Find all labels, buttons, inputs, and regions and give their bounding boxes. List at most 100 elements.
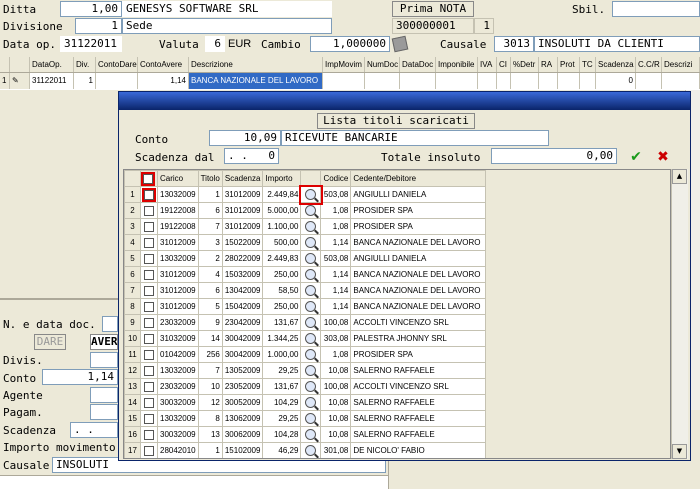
col-carico[interactable]: Carico	[157, 170, 199, 187]
magnifier-icon[interactable]	[305, 413, 317, 424]
cedente-cell: PROSIDER SPA	[350, 346, 487, 363]
scroll-up-arrow[interactable]: ▲	[672, 169, 687, 184]
magnifier-icon[interactable]	[305, 445, 317, 456]
titoli-row[interactable]: 17 28042010 1 15102009 46,29 301,08 DE NICOLO'…	[124, 442, 487, 458]
titoli-row[interactable]: 11 01042009 256 30042009 1.000,00 1,08 PROSIDE…	[124, 346, 487, 363]
edit-pencil-icon[interactable]: ✎	[10, 73, 30, 89]
row-checkbox[interactable]	[144, 301, 154, 312]
row-checkbox[interactable]	[144, 237, 154, 248]
row-checkbox[interactable]	[144, 381, 154, 392]
data-op-field[interactable]: 31122011	[60, 36, 122, 52]
titoli-row[interactable]: 1 13032009 1 31012009 2.449,84 503,08 ANGIULLI…	[124, 184, 487, 205]
magnifier-icon[interactable]	[305, 269, 317, 280]
agente-field[interactable]	[90, 387, 118, 403]
titoli-row[interactable]: 5 13032009 2 28022009 2.449,83 503,08 ANGIULLI…	[124, 250, 487, 267]
row-checkbox[interactable]	[144, 413, 154, 424]
splitter[interactable]	[0, 298, 118, 310]
titoli-row[interactable]: 16 30032009 13 30062009 104,28 10,08 SALERNO R…	[124, 426, 487, 443]
dialog-conto-field[interactable]: 10,09	[209, 130, 281, 146]
agente-label: Agente	[3, 389, 43, 402]
ndata-field[interactable]	[102, 316, 118, 332]
row-checkbox[interactable]	[144, 269, 154, 280]
row-checkbox[interactable]	[144, 205, 154, 216]
col-codice[interactable]: Codice	[320, 170, 352, 187]
magnifier-icon[interactable]	[305, 205, 317, 216]
magnifier-icon[interactable]	[305, 429, 317, 440]
titoli-row[interactable]: 15 13032009 8 13062009 29,25 10,08 SALERNO RAF…	[124, 410, 487, 427]
row-checkbox[interactable]	[144, 445, 154, 456]
divisione-code-field[interactable]: 1	[75, 18, 122, 34]
titolo-cell: 1	[197, 186, 223, 203]
col-titolo[interactable]: Titolo	[197, 170, 223, 187]
magnifier-icon[interactable]	[305, 349, 317, 360]
titoli-row[interactable]: 3 19122008 7 31012009 1.100,00 1,08 PROSIDER S…	[124, 218, 487, 235]
scadenza-field[interactable]: . .	[70, 422, 118, 438]
row-number: 16	[124, 426, 141, 443]
row-checkbox[interactable]	[144, 253, 154, 264]
titoli-row[interactable]: 12 13032009 7 13052009 29,25 10,08 SALERNO RAF…	[124, 362, 487, 379]
magnifier-icon[interactable]	[305, 285, 317, 296]
select-all-checkbox[interactable]	[141, 171, 155, 186]
magnifier-icon[interactable]	[305, 333, 317, 344]
row-checkbox[interactable]	[144, 397, 154, 408]
divis-field[interactable]	[90, 352, 118, 368]
titoli-row[interactable]: 2 19122008 6 31012009 5.000,00 1,08 PROSIDER S…	[124, 202, 487, 219]
col-importo[interactable]: Importo	[262, 170, 302, 187]
valuta-code-field[interactable]: 6	[205, 36, 225, 52]
lista-titoli-button[interactable]: Lista titoli scaricati	[317, 113, 475, 129]
titoli-grid[interactable]: Carico Titolo Scadenza Importo Codice Ce…	[123, 169, 671, 459]
row-checkbox[interactable]	[142, 187, 156, 202]
codice-cell: 303,08	[320, 330, 352, 347]
dialog-vertical-scrollbar[interactable]: ▲ ▼	[671, 169, 688, 459]
col-cedente[interactable]: Cedente/Debitore	[350, 170, 487, 187]
magnifier-icon[interactable]	[305, 317, 317, 328]
row-number: 10	[124, 330, 141, 347]
lista-titoli-dialog[interactable]: Lista titoli scaricati Conto 10,09 RICEV…	[118, 91, 691, 461]
notes-field[interactable]	[0, 475, 388, 489]
magnifier-icon[interactable]	[305, 365, 317, 376]
pagam-field[interactable]	[90, 404, 118, 420]
movements-grid-row[interactable]: 1 ✎ 31122011 1 1,14 BANCA NAZIONALE DEL …	[0, 73, 700, 89]
avere-button[interactable]: AVER	[90, 334, 118, 350]
magnifier-icon[interactable]	[305, 221, 317, 232]
row-checkbox[interactable]	[144, 317, 154, 328]
titoli-row[interactable]: 14 30032009 12 30052009 104,29 10,08 SALERNO R…	[124, 394, 487, 411]
titolo-cell: 12	[197, 394, 223, 411]
titoli-row[interactable]: 9 23032009 9 23042009 131,67 100,08 ACCOLTI VI…	[124, 314, 487, 331]
cancel-x-icon[interactable]: ✖	[654, 148, 672, 166]
titoli-row[interactable]: 10 31032009 14 30042009 1.344,25 303,08 PALEST…	[124, 330, 487, 347]
row-checkbox[interactable]	[144, 333, 154, 344]
row-checkbox[interactable]	[144, 285, 154, 296]
causale-code-field[interactable]: 3013	[494, 36, 534, 52]
calculator-icon[interactable]	[391, 35, 409, 53]
magnifier-icon[interactable]	[305, 301, 317, 312]
titoli-row[interactable]: 13 23032009 10 23052009 131,67 100,08 ACCOLTI …	[124, 378, 487, 395]
dare-button[interactable]: DARE	[34, 334, 66, 350]
magnifier-icon[interactable]	[305, 237, 317, 248]
row-checkbox[interactable]	[144, 349, 154, 360]
prima-nota-button[interactable]: Prima NOTA	[392, 1, 474, 17]
magnifier-icon[interactable]	[305, 189, 317, 200]
titoli-row[interactable]: 4 31012009 3 15022009 500,00 1,14 BANCA NAZION…	[124, 234, 487, 251]
movements-grid[interactable]: DataOp. Div. ContoDare ContoAvere Descri…	[0, 57, 700, 90]
dialog-titlebar[interactable]	[119, 92, 690, 110]
magnifier-icon[interactable]	[305, 253, 317, 264]
cambio-field[interactable]: 1,000000	[310, 36, 390, 52]
titoli-row[interactable]: 7 31012009 6 13042009 58,50 1,14 BANCA NAZIONA…	[124, 282, 487, 299]
col-scadenza[interactable]: Scadenza	[221, 170, 264, 187]
ditta-code-field[interactable]: 1,00	[60, 1, 122, 17]
carico-cell: 13032009	[157, 410, 199, 427]
scroll-down-arrow[interactable]: ▼	[672, 444, 687, 459]
row-checkbox[interactable]	[144, 221, 154, 232]
magnifier-icon[interactable]	[305, 381, 317, 392]
magnifier-icon[interactable]	[305, 397, 317, 408]
titoli-row[interactable]: 6 31012009 4 15032009 250,00 1,14 BANCA NAZION…	[124, 266, 487, 283]
row-number: 17	[124, 442, 141, 458]
row-checkbox[interactable]	[144, 429, 154, 440]
scadenza-dal-field[interactable]: . . 0	[224, 148, 279, 164]
row-checkbox[interactable]	[144, 365, 154, 376]
sbil-field[interactable]	[612, 1, 700, 17]
titoli-row[interactable]: 8 31012009 5 15042009 250,00 1,14 BANCA NAZION…	[124, 298, 487, 315]
conto-field[interactable]: 1,14	[42, 369, 118, 385]
confirm-check-icon[interactable]: ✔	[627, 148, 645, 166]
